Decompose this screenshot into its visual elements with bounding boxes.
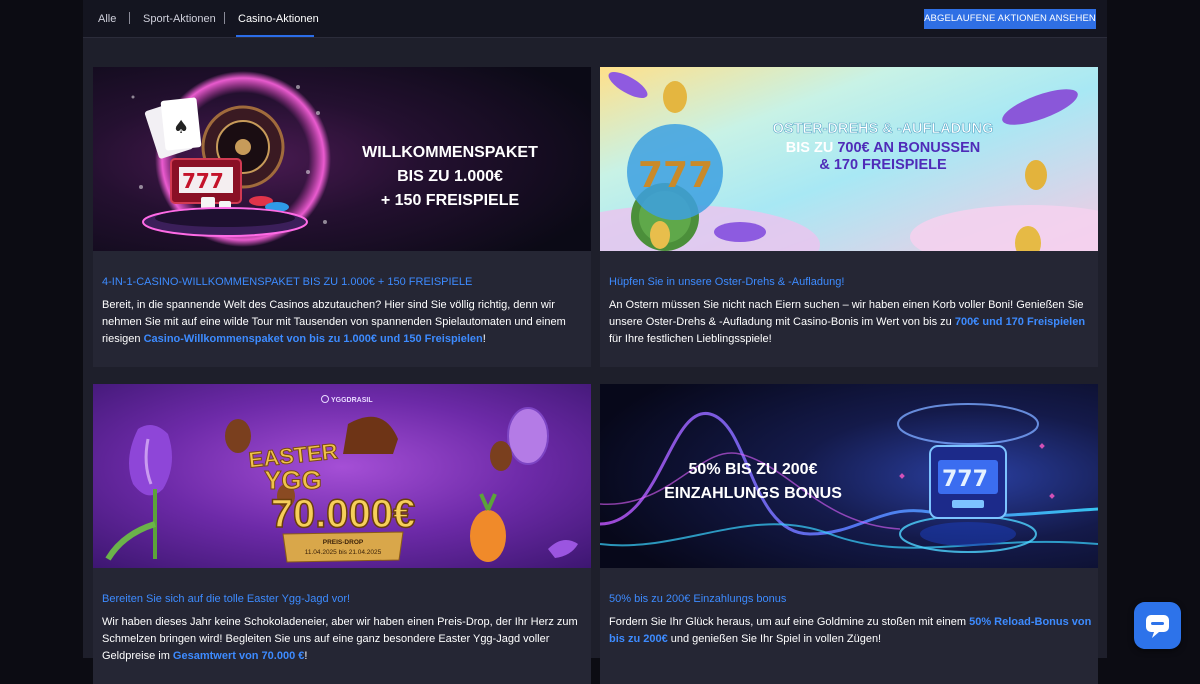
promo-highlight: Gesamtwert von 70.000 € (172, 650, 305, 662)
svg-text:777: 777 (638, 155, 713, 196)
banner-line-1: OSTER-DREHS & -AUFLADUNG (773, 121, 994, 137)
svg-text:777: 777 (942, 467, 988, 492)
active-tab-indicator (236, 35, 314, 37)
promo-description: Bereit, in die spannende Welt des Casino… (102, 299, 566, 345)
promo-description: Fordern Sie Ihr Glück heraus, um auf ein… (609, 616, 1092, 645)
promo-banner-easter-spins[interactable]: 777 OSTER-DREHS & -AUFLADUNG BIS ZU 700€… (600, 67, 1098, 251)
tab-divider (129, 12, 130, 24)
promo-card-welcome-package[interactable]: ♠ 777 WILLKOMMENSPAKET BIS ZU 1.000€ + 1… (93, 67, 591, 367)
prize-ribbon-icon (282, 531, 404, 563)
svg-text:YGGDRASIL: YGGDRASIL (331, 397, 373, 404)
promotions-page: Alle Sport-Aktionen Casino-Aktionen ABGE… (83, 0, 1107, 684)
banner-line-2: EINZAHLUNGS BONUS (664, 485, 842, 502)
prize-amount: 70.000€ (271, 492, 416, 536)
svg-text:♠: ♠ (173, 117, 189, 138)
tab-divider (224, 12, 225, 24)
banner-line-1: WILLKOMMENSPAKET (362, 144, 538, 161)
tab-sport-promotions[interactable]: Sport-Aktionen (143, 13, 216, 25)
prize-drop-dates: 11.04.2025 bis 21.04.2025 (305, 549, 382, 556)
banner-line-1: 50% BIS ZU 200€ (689, 461, 818, 478)
banner-line-2: BIS ZU 700€ AN BONUSSEN (786, 140, 980, 156)
chocolate-egg-icon (490, 441, 512, 471)
promo-title[interactable]: 50% bis zu 200€ Einzahlungs bonus (609, 593, 1089, 605)
promo-banner-welcome[interactable]: ♠ 777 WILLKOMMENSPAKET BIS ZU 1.000€ + 1… (93, 67, 591, 251)
slot-machine-icon: 777 (170, 158, 242, 204)
banner-line-3: & 170 FREISPIELE (819, 157, 947, 173)
live-chat-button[interactable] (1134, 602, 1181, 649)
prize-drop-label: PREIS-DROP (323, 539, 364, 546)
slot-machine-icon: 777 (929, 445, 1007, 519)
promo-highlight: 700€ und 170 Freispielen (954, 316, 1086, 328)
spinning-777-icon: 777 (627, 124, 723, 220)
promo-title[interactable]: Hüpfen Sie in unsere Oster-Drehs & -Aufl… (609, 276, 1089, 288)
podium-icon (142, 207, 308, 237)
chat-bubble-icon (1146, 615, 1169, 638)
promo-banner-easter-ygg[interactable]: YGGDRASIL EASTER YGG 70.000€ PREIS-DROP … (93, 384, 591, 568)
promo-description: Wir haben dieses Jahr keine Schokoladene… (102, 616, 578, 662)
promo-title[interactable]: 4-IN-1-CASINO-WILLKOMMENSPAKET BIS ZU 1.… (102, 276, 582, 288)
promo-banner-reload-bonus[interactable]: 777 50% BIS ZU 200€ EINZAHLUNGS BONUS (600, 384, 1098, 568)
promo-card-easter-ygg[interactable]: YGGDRASIL EASTER YGG 70.000€ PREIS-DROP … (93, 384, 591, 684)
banner-line-2: BIS ZU 1.000€ (397, 168, 503, 185)
promo-highlight: Casino-Willkommenspaket von bis zu 1.000… (143, 333, 483, 345)
banner-line-2: YGG (264, 465, 322, 495)
promo-title[interactable]: Bereiten Sie sich auf die tolle Easter Y… (102, 593, 582, 605)
promo-tab-bar: Alle Sport-Aktionen Casino-Aktionen ABGE… (83, 0, 1107, 38)
promo-card-easter-spins[interactable]: 777 OSTER-DREHS & -AUFLADUNG BIS ZU 700€… (600, 67, 1098, 367)
purple-chip-icon (714, 222, 766, 242)
tab-casino-promotions[interactable]: Casino-Aktionen (238, 13, 319, 25)
view-expired-promotions-button[interactable]: ABGELAUFENE AKTIONEN ANSEHEN (924, 9, 1096, 29)
banner-line-3: + 150 FREISPIELE (381, 192, 520, 209)
promo-description: An Ostern müssen Sie nicht nach Eiern su… (609, 299, 1086, 345)
easter-egg-icon (507, 407, 549, 465)
svg-text:777: 777 (182, 169, 224, 193)
promo-card-reload-bonus[interactable]: 777 50% BIS ZU 200€ EINZAHLUNGS BONUS 50… (600, 384, 1098, 684)
tab-all[interactable]: Alle (98, 13, 116, 25)
